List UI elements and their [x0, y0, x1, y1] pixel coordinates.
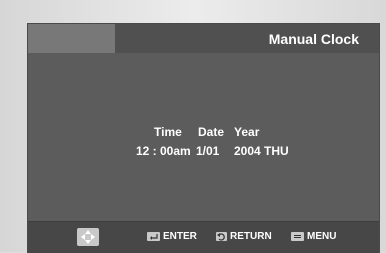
clock-header-row: Time Date Year	[136, 123, 304, 142]
osd-screen: Manual Clock Time Date Year 12 : 00am 1/…	[28, 24, 379, 253]
date-header: Date	[198, 125, 225, 139]
time-field[interactable]: 12 : 00am	[136, 142, 196, 161]
title-bar: Manual Clock	[28, 24, 379, 53]
menu-button[interactable]: MENU	[291, 231, 336, 242]
year-header: Year	[234, 125, 260, 139]
tv-frame: Manual Clock Time Date Year 12 : 00am 1/…	[0, 0, 386, 253]
enter-key-icon	[147, 232, 160, 241]
page-title: Manual Clock	[268, 31, 359, 47]
menu-label: MENU	[307, 231, 337, 242]
menu-key-icon	[291, 232, 304, 241]
return-arrow-icon	[216, 232, 227, 241]
enter-button[interactable]: ENTER	[147, 231, 197, 242]
title-accent-block	[28, 24, 115, 53]
clock-value-row: 12 : 00am 1/01 2004 THU	[136, 142, 304, 161]
year-field[interactable]: 2004 THU	[234, 142, 304, 161]
enter-label: ENTER	[163, 231, 197, 242]
clock-panel: Time Date Year 12 : 00am 1/01 2004 THU	[28, 53, 379, 221]
return-label: RETURN	[230, 231, 272, 242]
date-field[interactable]: 1/01	[196, 142, 234, 161]
time-header: Time	[154, 125, 182, 139]
help-bar: ENTER RETURN MENU	[28, 221, 379, 253]
return-button[interactable]: RETURN	[216, 231, 272, 242]
four-way-arrow-icon	[77, 228, 99, 246]
clock-table: Time Date Year 12 : 00am 1/01 2004 THU	[136, 123, 304, 161]
